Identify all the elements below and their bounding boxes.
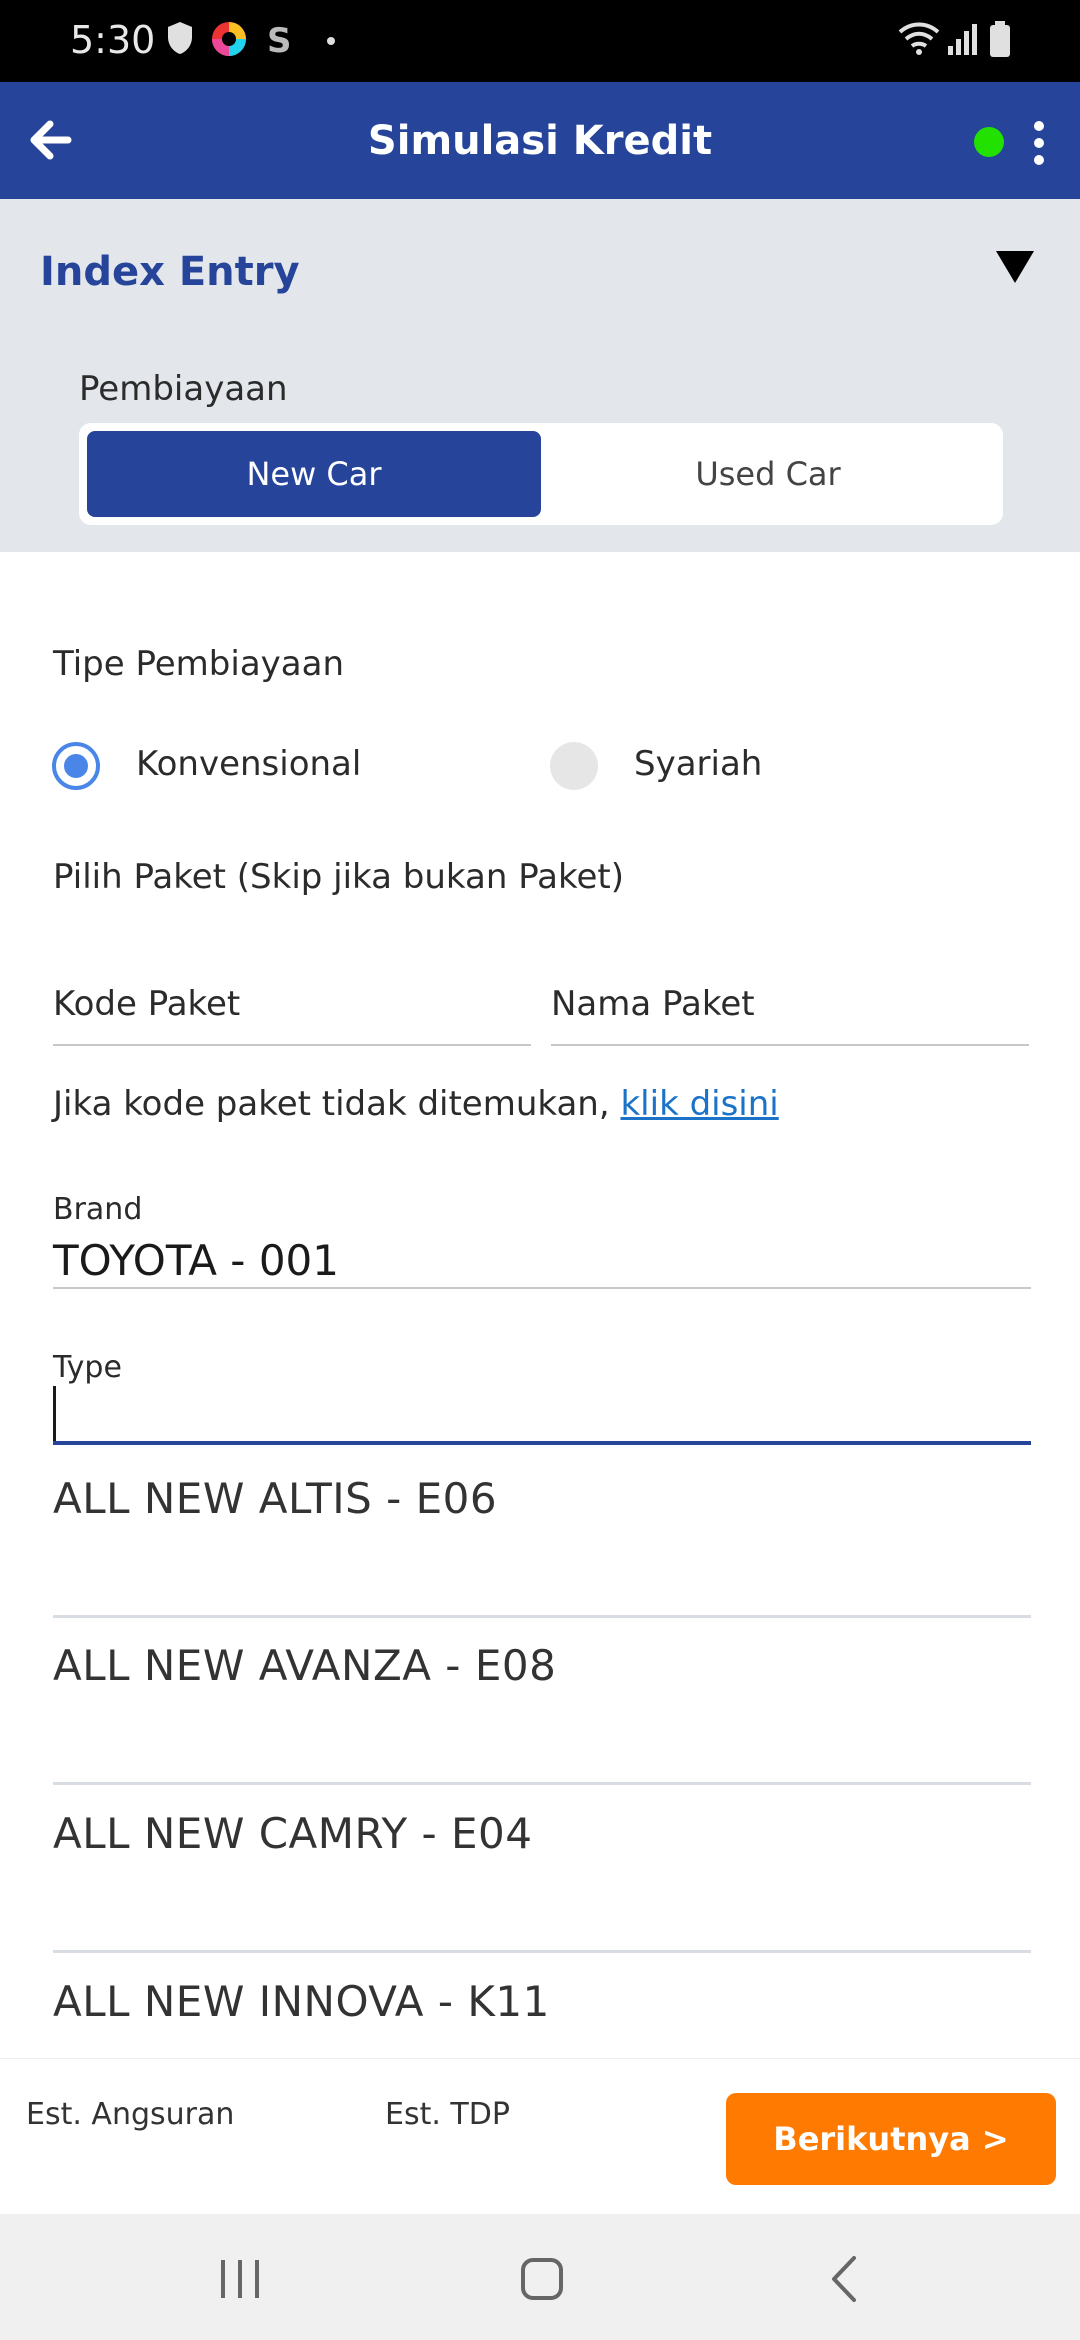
status-time: 5:30 (70, 18, 156, 62)
paket-hint: Jika kode paket tidak ditemukan, klik di… (53, 1084, 779, 1124)
est-angsuran-label: Est. Angsuran (26, 2097, 235, 2132)
type-input-cursor (53, 1386, 56, 1444)
tipe-pembiayaan-label: Tipe Pembiayaan (53, 644, 345, 684)
hint-text: Jika kode paket tidak ditemukan, (53, 1084, 621, 1124)
konvensional-radio[interactable] (52, 742, 100, 790)
list-item-label: ALL NEW INNOVA - K11 (53, 1977, 550, 2026)
app-bar: Simulasi Kredit (0, 82, 1080, 199)
status-bar: 5:30 S (0, 0, 1080, 82)
type-option-altis[interactable]: ALL NEW ALTIS - E06 (53, 1450, 1031, 1618)
type-option-innova[interactable]: ALL NEW INNOVA - K11 (53, 1953, 1031, 2058)
battery-icon (990, 21, 1010, 57)
index-entry-section: Index Entry Pembiayaan New Car Used Car (0, 199, 1080, 552)
konvensional-label[interactable]: Konvensional (136, 744, 361, 784)
color-wheel-icon (212, 22, 246, 56)
s-app-icon: S (267, 21, 291, 58)
recent-apps-icon[interactable] (205, 2244, 275, 2314)
brand-underline (53, 1287, 1031, 1289)
used-car-option[interactable]: Used Car (541, 431, 995, 517)
collapse-triangle-icon[interactable] (996, 251, 1034, 283)
shield-icon (168, 22, 192, 54)
index-entry-title[interactable]: Index Entry (40, 249, 300, 295)
bottom-action-bar: Est. Angsuran Est. TDP Berikutnya > (0, 2058, 1080, 2214)
kode-paket-field[interactable]: Kode Paket (53, 984, 240, 1024)
svg-text:S: S (267, 21, 291, 58)
page-title: Simulasi Kredit (367, 118, 713, 164)
nama-paket-underline (551, 1044, 1029, 1046)
next-button[interactable]: Berikutnya > (726, 2093, 1056, 2185)
brand-label: Brand (53, 1192, 143, 1227)
nama-paket-field[interactable]: Nama Paket (551, 984, 755, 1024)
kode-paket-underline (53, 1044, 531, 1046)
brand-field[interactable]: TOYOTA - 001 (53, 1236, 339, 1285)
signal-icon (948, 24, 977, 55)
type-input-underline (53, 1441, 1031, 1445)
est-tdp-label: Est. TDP (385, 2097, 510, 2132)
online-status-indicator (974, 127, 1004, 157)
type-option-avanza[interactable]: ALL NEW AVANZA - E08 (53, 1617, 1031, 1785)
syariah-label[interactable]: Syariah (634, 744, 762, 784)
pembiayaan-label: Pembiayaan (79, 369, 288, 409)
more-vert-icon[interactable] (1024, 118, 1054, 168)
home-icon[interactable] (507, 2244, 577, 2314)
new-car-option[interactable]: New Car (87, 431, 541, 517)
type-option-camry[interactable]: ALL NEW CAMRY - E04 (53, 1785, 1031, 1953)
back-icon[interactable] (810, 2244, 880, 2314)
list-item-label: ALL NEW ALTIS - E06 (53, 1474, 498, 1523)
dot-icon (327, 37, 335, 45)
pilih-paket-label: Pilih Paket (Skip jika bukan Paket) (53, 857, 625, 897)
type-label: Type (53, 1350, 122, 1385)
pembiayaan-segmented-control: New Car Used Car (79, 423, 1003, 525)
system-nav-bar (0, 2214, 1080, 2340)
wifi-icon (898, 22, 940, 55)
klik-disini-link[interactable]: klik disini (620, 1084, 778, 1124)
list-item-label: ALL NEW CAMRY - E04 (53, 1809, 533, 1858)
type-input[interactable] (60, 1392, 1020, 1440)
list-item-label: ALL NEW AVANZA - E08 (53, 1641, 557, 1690)
syariah-radio[interactable] (550, 742, 598, 790)
